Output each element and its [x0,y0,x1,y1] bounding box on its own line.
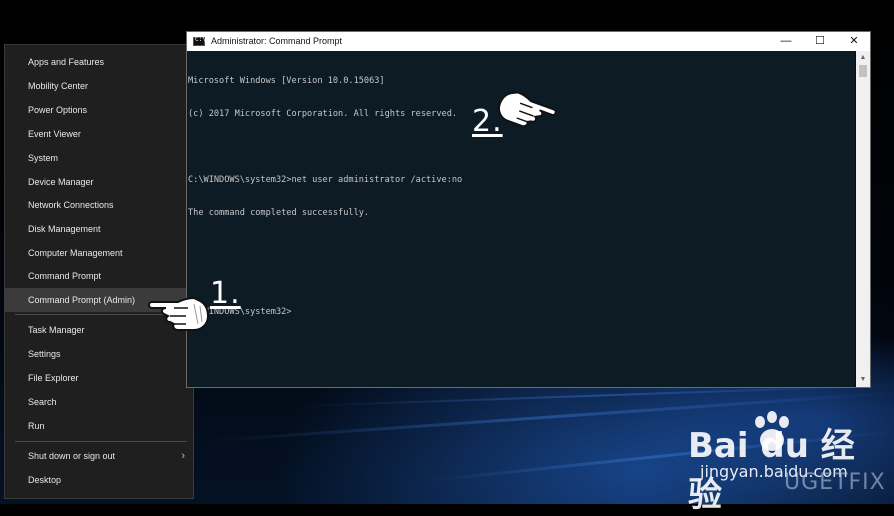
scroll-down-icon[interactable]: ▼ [856,373,870,387]
step-1-label: 1. [210,276,241,311]
window-titlebar[interactable]: C:\ Administrator: Command Prompt — ☐ ✕ [187,32,870,51]
command-prompt-window[interactable]: C:\ Administrator: Command Prompt — ☐ ✕ … [186,31,871,388]
pointing-hand-icon [148,296,210,331]
menu-item-disk-management[interactable]: Disk Management [5,217,193,241]
menu-item-settings[interactable]: Settings [5,342,193,366]
maximize-icon: ☐ [815,35,825,47]
chevron-right-icon: › [181,450,185,462]
menu-item-network-connections[interactable]: Network Connections [5,193,193,217]
menu-item-device-manager[interactable]: Device Manager [5,170,193,194]
menu-item-shut-down-or-sign-out[interactable]: Shut down or sign out › [5,444,193,468]
maximize-button[interactable]: ☐ [804,32,836,51]
close-button[interactable]: ✕ [838,32,870,51]
pointing-hand-icon [498,91,556,128]
menu-item-command-prompt[interactable]: Command Prompt [5,264,193,288]
winx-quick-link-menu: Apps and Features Mobility Center Power … [4,44,194,499]
menu-separator [15,441,187,442]
menu-item-run[interactable]: Run [5,414,193,438]
menu-item-search[interactable]: Search [5,390,193,414]
ugetfix-watermark: UGETFIX [784,470,886,495]
window-title: Administrator: Command Prompt [211,36,343,46]
close-icon: ✕ [849,35,859,47]
menu-item-event-viewer[interactable]: Event Viewer [5,122,193,146]
menu-item-computer-management[interactable]: Computer Management [5,241,193,265]
menu-item-desktop[interactable]: Desktop [5,468,193,492]
menu-item-apps-and-features[interactable]: Apps and Features [5,50,193,74]
menu-item-power-options[interactable]: Power Options [5,98,193,122]
scrollbar-thumb[interactable] [859,65,867,77]
menu-item-system[interactable]: System [5,146,193,170]
console-line: The command completed successfully. [188,208,370,218]
console-prompt-line: C:\WINDOWS\system32> [188,307,292,317]
minimize-icon: — [780,35,792,47]
scroll-up-icon[interactable]: ▲ [856,51,870,65]
console-line: C:\WINDOWS\system32>net user administrat… [188,175,463,185]
menu-item-file-explorer[interactable]: File Explorer [5,366,193,390]
vertical-scrollbar[interactable]: ▲ ▼ [856,51,870,387]
menu-item-mobility-center[interactable]: Mobility Center [5,74,193,98]
cmd-app-icon: C:\ [193,36,206,46]
minimize-button[interactable]: — [770,32,802,51]
step-2-label: 2. [472,104,503,139]
